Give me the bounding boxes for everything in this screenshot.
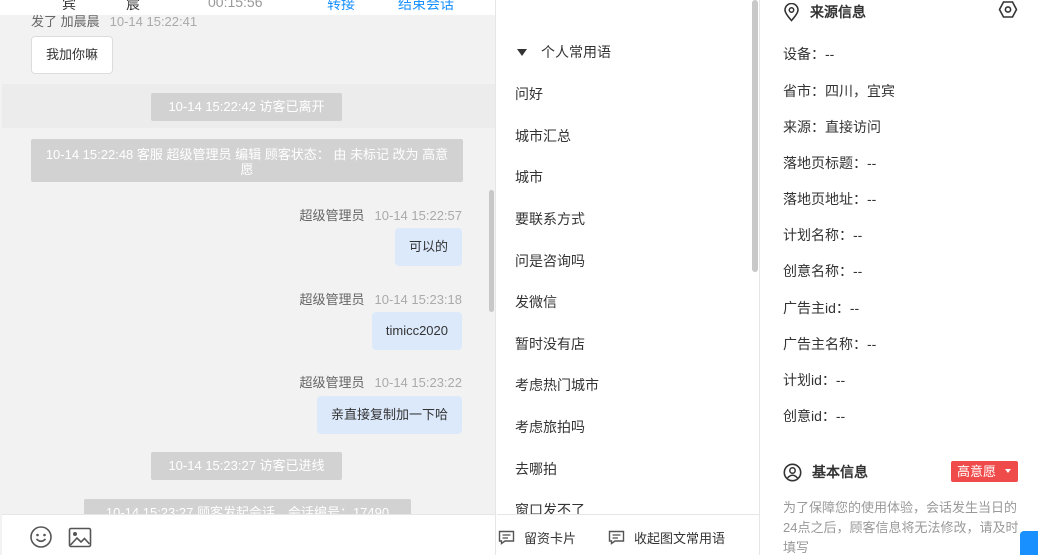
agent-name: 超级管理员 — [299, 375, 365, 390]
end-session-link[interactable]: 结束会话 — [398, 0, 454, 14]
source-creative-id: 创意id：-- — [783, 408, 846, 424]
phrase-item[interactable]: 城市 — [515, 167, 543, 187]
floating-action-button[interactable] — [1020, 531, 1038, 555]
location-pin-icon — [784, 2, 799, 22]
agent-name: 超级管理员 — [299, 208, 365, 223]
phrase-item[interactable]: 考虑热门城市 — [515, 375, 599, 395]
source-landing-title: 落地页标题：-- — [783, 155, 877, 171]
agent-msg-meta: 超级管理员 10-14 15:22:57 — [300, 205, 462, 224]
collapse-phrases-label: 收起图文常用语 — [634, 531, 726, 546]
edit-deadline-notice: 为了保障您的使用体验，会话发生当日的24点之后，顾客信息将无法修改，请及时填写 — [783, 500, 1019, 555]
visitor-msg-meta: 发了 加晨晨 10-14 15:22:41 — [31, 11, 197, 30]
phrase-item[interactable]: 发微信 — [515, 292, 557, 312]
agent-msg-time: 10-14 15:23:22 — [374, 375, 462, 390]
caret-down-icon — [517, 48, 527, 56]
transfer-link[interactable]: 转接 — [327, 0, 355, 14]
system-message-status-edit: 10-14 15:22:48 客服 超级管理员 编辑 顾客状态： 由 未标记 改… — [31, 139, 463, 182]
message-card-icon — [498, 530, 515, 545]
intent-status-dropdown[interactable]: 高意愿 — [951, 461, 1018, 482]
image-icon[interactable] — [68, 527, 92, 551]
phrase-item[interactable]: 暂时没有店 — [515, 334, 585, 354]
source-origin: 来源：直接访问 — [783, 119, 881, 135]
basic-info-title: 基本信息 — [812, 464, 868, 480]
visitor-msg-time: 10-14 15:22:41 — [109, 14, 198, 29]
phrase-item[interactable]: 问是咨询吗 — [515, 251, 585, 271]
agent-message-bubble: timicc2020 — [371, 312, 462, 350]
system-message-leave: 10-14 15:22:42 访客已离开 — [151, 93, 342, 121]
source-advertiser-id: 广告主id：-- — [783, 300, 860, 316]
phrases-panel: 个人常用语 问好 城市汇总 城市 要联系方式 问是咨询吗 发微信 暂时没有店 考… — [497, 0, 760, 555]
phrases-scrollbar[interactable] — [752, 0, 758, 272]
intent-status-label: 高意愿 — [957, 464, 997, 479]
lead-card-button[interactable]: 留资卡片 — [498, 528, 576, 547]
phrase-item[interactable]: 去哪拍 — [515, 459, 557, 479]
customer-info-panel: 来源信息 设备：-- 省市：四川，宜宾 来源：直接访问 落地页标题：-- 落地页… — [761, 0, 1038, 555]
source-creative-name: 创意名称：-- — [783, 263, 863, 279]
source-info-header: 来源信息 — [783, 2, 866, 22]
phrase-item[interactable]: 问好 — [515, 84, 543, 104]
agent-msg-meta: 超级管理员 10-14 15:23:22 — [300, 372, 462, 391]
source-landing-url: 落地页地址：-- — [783, 191, 877, 207]
chat-input-toolbar — [2, 514, 495, 555]
visitor-message-bubble: 我加你嘛 — [31, 36, 114, 74]
phrase-group-header[interactable]: 个人常用语 — [517, 43, 611, 61]
session-timer: 00:15:56 — [208, 0, 263, 10]
visitor-name: 发了 加晨晨 — [31, 14, 100, 29]
source-plan-id: 计划id：-- — [783, 372, 846, 388]
smile-icon[interactable] — [29, 525, 53, 549]
settings-hex-icon[interactable] — [998, 0, 1018, 22]
agent-msg-time: 10-14 15:22:57 — [374, 208, 462, 223]
agent-msg-time: 10-14 15:23:18 — [374, 292, 462, 307]
collapse-phrases-button[interactable]: 收起图文常用语 — [608, 528, 725, 547]
lead-card-label: 留资卡片 — [524, 531, 577, 546]
source-info-title: 来源信息 — [810, 4, 866, 20]
agent-name: 超级管理员 — [299, 292, 365, 307]
source-province-city: 省市：四川，宜宾 — [783, 83, 895, 99]
caret-down-icon — [1005, 469, 1011, 473]
source-device: 设备：-- — [783, 46, 835, 62]
chat-scrollbar[interactable] — [489, 190, 494, 312]
system-message-enter: 10-14 15:23:27 访客已进线 — [151, 452, 342, 480]
message-collapse-icon — [608, 530, 625, 545]
agent-msg-meta: 超级管理员 10-14 15:23:18 — [300, 289, 462, 308]
agent-message-bubble: 亲直接复制加一下哈 — [316, 396, 462, 434]
chat-panel: 宾 宸 00:15:56 转接 结束会话 发了 加晨晨 10-14 15:22:4… — [0, 0, 496, 555]
phrase-group-title: 个人常用语 — [541, 44, 611, 60]
source-advertiser-name: 广告主名称：-- — [783, 336, 877, 352]
phrase-item[interactable]: 要联系方式 — [515, 209, 585, 229]
basic-info-header: 基本信息 — [783, 462, 868, 482]
agent-message-bubble: 可以的 — [394, 228, 462, 266]
source-plan-name: 计划名称：-- — [783, 227, 863, 243]
phrases-toolbar: 留资卡片 收起图文常用语 — [497, 514, 759, 555]
user-circle-icon — [783, 463, 802, 481]
phrase-item[interactable]: 考虑旅拍吗 — [515, 417, 585, 437]
phrase-item[interactable]: 城市汇总 — [515, 126, 571, 146]
